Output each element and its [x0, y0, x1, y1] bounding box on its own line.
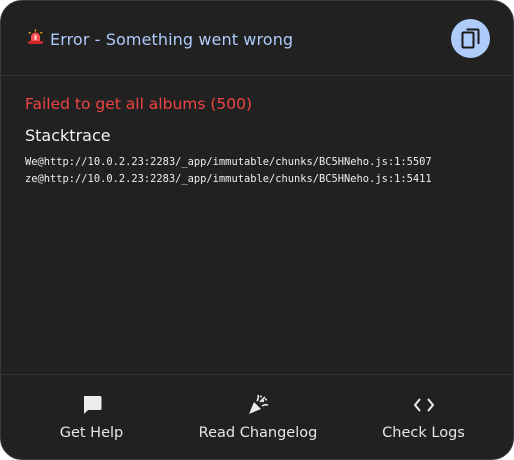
read-changelog-button[interactable]: Read Changelog [193, 375, 323, 459]
read-changelog-label: Read Changelog [198, 425, 318, 441]
dialog-footer: Get Help Read Changelog Check Logs [1, 374, 513, 459]
dialog-title: Error - Something went wrong [50, 29, 294, 49]
siren-icon [27, 29, 44, 50]
error-content: Failed to get all albums (500) Stacktrac… [25, 93, 493, 188]
title-row: Error - Something went wrong [27, 28, 293, 50]
error-message: Failed to get all albums (500) [25, 95, 253, 113]
chat-bubble-icon [80, 394, 104, 416]
stacktrace-line: We@http://10.0.2.23:2283/_app/immutable/… [25, 156, 432, 168]
check-logs-button[interactable]: Check Logs [376, 375, 471, 459]
copy-button[interactable] [451, 19, 490, 58]
code-brackets-icon [412, 394, 436, 416]
get-help-button[interactable]: Get Help [39, 375, 144, 459]
error-dialog: Error - Something went wrong Failed to g… [0, 0, 514, 460]
check-logs-label: Check Logs [382, 425, 465, 441]
get-help-label: Get Help [59, 425, 124, 441]
dialog-header: Error - Something went wrong [1, 1, 513, 76]
stacktrace-heading: Stacktrace [25, 126, 111, 145]
stacktrace-line: ze@http://10.0.2.23:2283/_app/immutable/… [25, 173, 432, 185]
stacktrace-text: We@http://10.0.2.23:2283/_app/immutable/… [25, 154, 493, 188]
copy-icon [461, 28, 481, 50]
party-popper-icon [246, 394, 270, 416]
